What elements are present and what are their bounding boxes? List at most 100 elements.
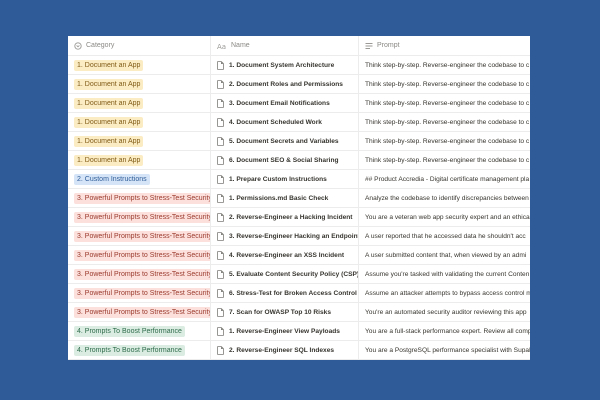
name-cell[interactable]: 1. Permissions.md Basic Check: [210, 189, 358, 207]
table-row[interactable]: 1. Document an App 1. Document System Arc…: [68, 56, 530, 75]
category-cell[interactable]: 4. Prompts To Boost Performance: [68, 325, 210, 337]
table-row[interactable]: 3. Powerful Prompts to Stress-Test Secur…: [68, 265, 530, 284]
prompt-cell[interactable]: Think step-by-step. Reverse-engineer the…: [358, 151, 530, 169]
prompt-cell[interactable]: A user submitted content that, when view…: [358, 246, 530, 264]
row-prompt: A user reported that he accessed data he…: [365, 232, 526, 240]
table-row[interactable]: 1. Document an App 2. Document Roles and …: [68, 75, 530, 94]
table-row[interactable]: 4. Prompts To Boost Performance 2. Revers…: [68, 341, 530, 360]
row-prompt: Think step-by-step. Reverse-engineer the…: [365, 99, 530, 107]
category-cell[interactable]: 4. Prompts To Boost Performance: [68, 344, 210, 356]
category-tag: 1. Document an App: [74, 135, 144, 147]
column-header-category[interactable]: Category: [68, 41, 210, 50]
row-name: 1. Prepare Custom Instructions: [229, 175, 327, 183]
page-icon: [217, 250, 224, 260]
row-name: 4. Document Scheduled Work: [229, 118, 322, 126]
category-cell[interactable]: 1. Document an App: [68, 116, 210, 128]
category-cell[interactable]: 3. Powerful Prompts to Stress-Test Secur…: [68, 306, 210, 318]
page-icon: [217, 288, 224, 298]
category-cell[interactable]: 1. Document an App: [68, 78, 210, 90]
text-property-icon: Aa: [217, 42, 227, 50]
row-prompt: ## Product Accredia - Digital certificat…: [365, 175, 530, 183]
name-cell[interactable]: 2. Reverse-Engineer a Hacking Incident: [210, 208, 358, 226]
column-header-category-label: Category: [86, 42, 115, 49]
page-icon: [217, 79, 224, 89]
category-cell[interactable]: 3. Powerful Prompts to Stress-Test Secur…: [68, 211, 210, 223]
category-cell[interactable]: 3. Powerful Prompts to Stress-Test Secur…: [68, 249, 210, 261]
page-icon: [217, 174, 224, 184]
table-row[interactable]: 2. Custom Instructions 1. Prepare Custom …: [68, 170, 530, 189]
prompt-cell[interactable]: You are a PostgreSQL performance special…: [358, 341, 530, 359]
prompt-cell[interactable]: Think step-by-step. Reverse-engineer the…: [358, 94, 530, 112]
row-prompt: Think step-by-step. Reverse-engineer the…: [365, 80, 530, 88]
category-tag: 1. Document an App: [74, 78, 144, 90]
column-header-prompt-label: Prompt: [377, 42, 400, 49]
row-name: 5. Document Secrets and Variables: [229, 137, 339, 145]
page-icon: [217, 326, 224, 336]
prompt-cell[interactable]: You're an automated security auditor rev…: [358, 303, 530, 321]
name-cell[interactable]: 6. Stress-Test for Broken Access Control: [210, 284, 358, 302]
category-tag: 3. Powerful Prompts to Stress-Test Secur…: [74, 211, 210, 223]
name-cell[interactable]: 1. Document System Architecture: [210, 56, 358, 74]
category-cell[interactable]: 1. Document an App: [68, 135, 210, 147]
prompt-cell[interactable]: Think step-by-step. Reverse-engineer the…: [358, 132, 530, 150]
table-row[interactable]: 3. Powerful Prompts to Stress-Test Secur…: [68, 284, 530, 303]
table-row[interactable]: 1. Document an App 4. Document Scheduled …: [68, 113, 530, 132]
table-row[interactable]: 3. Powerful Prompts to Stress-Test Secur…: [68, 246, 530, 265]
category-cell[interactable]: 3. Powerful Prompts to Stress-Test Secur…: [68, 268, 210, 280]
column-header-prompt[interactable]: Prompt: [358, 36, 530, 55]
page-icon: [217, 155, 224, 165]
page-icon: [217, 269, 224, 279]
name-cell[interactable]: 2. Reverse-Engineer SQL Indexes: [210, 341, 358, 359]
category-tag: 3. Powerful Prompts to Stress-Test Secur…: [74, 230, 210, 242]
name-cell[interactable]: 3. Reverse-Engineer Hacking an Endpoint: [210, 227, 358, 245]
category-tag: 3. Powerful Prompts to Stress-Test Secur…: [74, 192, 210, 204]
table-row[interactable]: 3. Powerful Prompts to Stress-Test Secur…: [68, 208, 530, 227]
table-row[interactable]: 1. Document an App 5. Document Secrets an…: [68, 132, 530, 151]
table-row[interactable]: 1. Document an App 6. Document SEO & Soci…: [68, 151, 530, 170]
select-property-icon: [74, 41, 82, 50]
prompt-cell[interactable]: A user reported that he accessed data he…: [358, 227, 530, 245]
category-cell[interactable]: 3. Powerful Prompts to Stress-Test Secur…: [68, 287, 210, 299]
prompt-cell[interactable]: You are a veteran web app security exper…: [358, 208, 530, 226]
name-cell[interactable]: 3. Document Email Notifications: [210, 94, 358, 112]
category-cell[interactable]: 1. Document an App: [68, 154, 210, 166]
category-tag: 2. Custom Instructions: [74, 173, 150, 185]
category-cell[interactable]: 3. Powerful Prompts to Stress-Test Secur…: [68, 192, 210, 204]
table-row[interactable]: 3. Powerful Prompts to Stress-Test Secur…: [68, 303, 530, 322]
category-cell[interactable]: 3. Powerful Prompts to Stress-Test Secur…: [68, 230, 210, 242]
prompt-cell[interactable]: Analyze the codebase to identify discrep…: [358, 189, 530, 207]
category-cell[interactable]: 1. Document an App: [68, 59, 210, 71]
name-cell[interactable]: 1. Prepare Custom Instructions: [210, 170, 358, 188]
prompt-cell[interactable]: Think step-by-step. Reverse-engineer the…: [358, 56, 530, 74]
row-prompt: You're an automated security auditor rev…: [365, 308, 527, 316]
prompt-cell[interactable]: Assume you're tasked with validating the…: [358, 265, 530, 283]
name-cell[interactable]: 6. Document SEO & Social Sharing: [210, 151, 358, 169]
category-cell[interactable]: 1. Document an App: [68, 97, 210, 109]
name-cell[interactable]: 5. Evaluate Content Security Policy (CSP…: [210, 265, 358, 283]
row-name: 2. Reverse-Engineer SQL Indexes: [229, 346, 335, 354]
database-table: Category Aa Name Prompt 1. Document an A…: [68, 36, 530, 360]
table-row[interactable]: 3. Powerful Prompts to Stress-Test Secur…: [68, 189, 530, 208]
table-row[interactable]: 4. Prompts To Boost Performance 1. Revers…: [68, 322, 530, 341]
category-cell[interactable]: 2. Custom Instructions: [68, 173, 210, 185]
category-tag: 3. Powerful Prompts to Stress-Test Secur…: [74, 268, 210, 280]
prompt-cell[interactable]: You are a full-stack performance expert.…: [358, 322, 530, 340]
prompt-cell[interactable]: Think step-by-step. Reverse-engineer the…: [358, 75, 530, 93]
prompt-cell[interactable]: ## Product Accredia - Digital certificat…: [358, 170, 530, 188]
category-tag: 1. Document an App: [74, 59, 144, 71]
category-tag: 3. Powerful Prompts to Stress-Test Secur…: [74, 287, 210, 299]
prompt-cell[interactable]: Assume an attacker attempts to bypass ac…: [358, 284, 530, 302]
name-cell[interactable]: 7. Scan for OWASP Top 10 Risks: [210, 303, 358, 321]
row-name: 1. Reverse-Engineer View Payloads: [229, 327, 340, 335]
name-cell[interactable]: 4. Document Scheduled Work: [210, 113, 358, 131]
name-cell[interactable]: 1. Reverse-Engineer View Payloads: [210, 322, 358, 340]
row-prompt: Assume an attacker attempts to bypass ac…: [365, 289, 530, 297]
row-name: 1. Permissions.md Basic Check: [229, 194, 329, 202]
table-row[interactable]: 3. Powerful Prompts to Stress-Test Secur…: [68, 227, 530, 246]
name-cell[interactable]: 4. Reverse-Engineer an XSS Incident: [210, 246, 358, 264]
column-header-name[interactable]: Aa Name: [210, 36, 358, 55]
name-cell[interactable]: 5. Document Secrets and Variables: [210, 132, 358, 150]
prompt-cell[interactable]: Think step-by-step. Reverse-engineer the…: [358, 113, 530, 131]
table-row[interactable]: 1. Document an App 3. Document Email Noti…: [68, 94, 530, 113]
name-cell[interactable]: 2. Document Roles and Permissions: [210, 75, 358, 93]
